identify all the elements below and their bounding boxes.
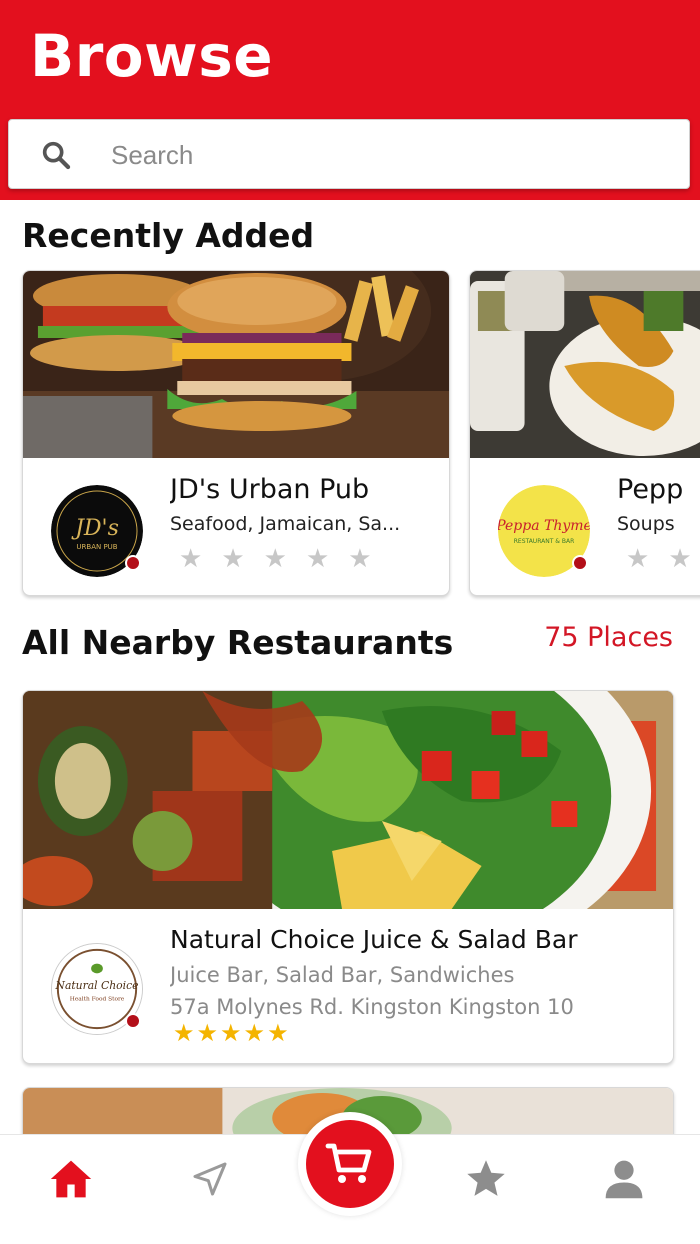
- star-icon: ★: [243, 1020, 266, 1047]
- nearby-restaurants-heading: All Nearby Restaurants: [22, 623, 454, 662]
- status-dot: [125, 1013, 141, 1029]
- svg-text:JD's: JD's: [71, 516, 119, 541]
- app-header: Browse Search: [0, 0, 700, 200]
- star-icon: ★: [263, 543, 287, 573]
- cart-button[interactable]: [298, 1112, 402, 1216]
- status-dot: [125, 555, 141, 571]
- svg-text:Health Food Store: Health Food Store: [70, 997, 125, 1003]
- search-icon: [42, 141, 71, 170]
- restaurant-card[interactable]: JD's URBAN PUB JD's Urban Pub Seafood, J…: [22, 270, 450, 596]
- recently-added-heading: Recently Added: [22, 216, 315, 255]
- restaurant-cuisine: Soups: [617, 513, 675, 535]
- svg-text:RESTAURANT & BAR: RESTAURANT & BAR: [514, 538, 575, 545]
- restaurant-logo: Natural Choice Health Food Store: [51, 943, 143, 1035]
- star-icon: ★: [196, 1020, 219, 1047]
- star-icon: [467, 1160, 505, 1196]
- star-icon: ★: [220, 1020, 242, 1047]
- tab-nearby[interactable]: [180, 1149, 240, 1209]
- star-icon: ★: [668, 543, 692, 573]
- rating-stars: ★ ★ ★ ★ ★: [173, 1021, 289, 1047]
- star-icon: ★: [626, 543, 650, 573]
- restaurant-cuisine: Juice Bar, Salad Bar, Sandwiches: [170, 963, 515, 987]
- home-icon: [50, 1160, 92, 1198]
- restaurant-logo: Peppa Thyme RESTAURANT & BAR: [498, 485, 590, 577]
- restaurant-cuisine: Seafood, Jamaican, Sa...: [170, 513, 401, 535]
- tab-profile[interactable]: [594, 1149, 654, 1209]
- restaurant-address: 57a Molynes Rd. Kingston Kingston 10: [170, 995, 574, 1019]
- restaurant-name: Pepp: [617, 474, 684, 505]
- restaurant-photo: [23, 691, 673, 909]
- search-bar[interactable]: Search: [8, 119, 690, 189]
- svg-text:URBAN PUB: URBAN PUB: [76, 543, 117, 551]
- star-icon: ★: [267, 1020, 289, 1047]
- restaurant-photo: [470, 271, 700, 458]
- status-dot: [572, 555, 588, 571]
- svg-text:Peppa Thyme: Peppa Thyme: [498, 518, 590, 534]
- rating-stars: ★ ★: [626, 545, 692, 571]
- star-icon: ★: [179, 543, 203, 573]
- restaurant-photo: [23, 271, 449, 458]
- places-count[interactable]: 75 Places: [544, 622, 673, 653]
- restaurant-card[interactable]: Natural Choice Health Food Store Natural…: [22, 690, 674, 1064]
- page-title: Browse: [30, 22, 274, 90]
- star-icon: ★: [305, 543, 330, 573]
- cart-icon: [325, 1143, 372, 1183]
- svg-text:Natural Choice: Natural Choice: [55, 979, 139, 992]
- search-input[interactable]: Search: [111, 140, 193, 171]
- restaurant-name: Natural Choice Juice & Salad Bar: [170, 925, 578, 954]
- star-icon: ★: [348, 543, 372, 573]
- star-icon: ★: [173, 1020, 195, 1047]
- restaurant-card[interactable]: Peppa Thyme RESTAURANT & BAR Pepp Soups …: [469, 270, 700, 596]
- rating-stars: ★ ★ ★ ★ ★: [179, 545, 372, 571]
- star-icon: ★: [221, 543, 245, 573]
- tab-home[interactable]: [41, 1149, 101, 1209]
- person-icon: [605, 1160, 643, 1199]
- tab-favorites[interactable]: [456, 1149, 516, 1209]
- navigation-arrow-icon: [193, 1162, 227, 1196]
- restaurant-logo: JD's URBAN PUB: [51, 485, 143, 577]
- restaurant-name: JD's Urban Pub: [170, 474, 370, 505]
